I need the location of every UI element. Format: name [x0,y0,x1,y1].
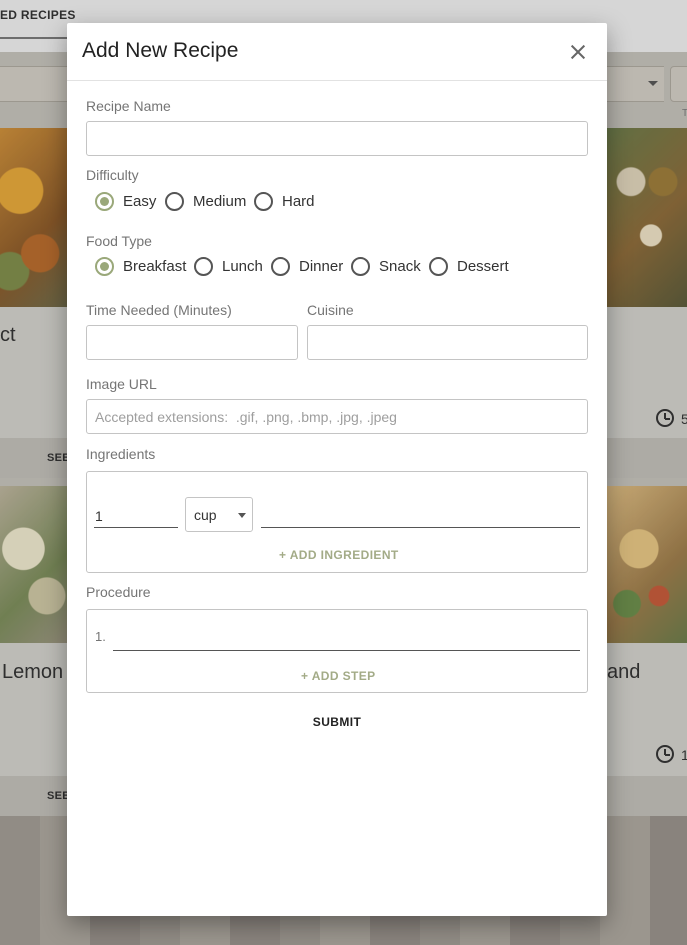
ingredient-name-input[interactable] [261,504,580,528]
add-recipe-dialog: Add New Recipe Recipe Name Difficulty Ea… [67,23,607,916]
radio-unchecked-icon [271,257,290,276]
radio-unchecked-icon [429,257,448,276]
step-text-input[interactable] [113,627,580,651]
radio-unchecked-icon [165,192,184,211]
add-ingredient-button[interactable]: + ADD INGREDIENT [279,548,399,562]
radio-label: Easy [123,193,157,210]
image-url-input[interactable] [86,399,588,434]
time-needed-input[interactable] [86,325,298,360]
cuisine-label: Cuisine [307,302,354,318]
add-step-button[interactable]: + ADD STEP [301,669,376,683]
food-type-label: Food Type [86,233,152,249]
radio-label: Snack [379,258,421,275]
ingredient-quantity-input[interactable] [94,504,178,528]
ingredients-label: Ingredients [86,446,156,462]
ingredient-unit-select[interactable]: cup [185,497,253,532]
radio-label: Lunch [222,258,263,275]
unit-select-value: cup [194,507,217,523]
radio-checked-icon [95,257,114,276]
radio-label: Dinner [299,258,344,275]
step-number: 1. [95,629,106,644]
radio-label: Breakfast [123,258,187,275]
radio-label: Medium [193,193,247,210]
recipe-name-label: Recipe Name [86,98,171,114]
recipe-name-input[interactable] [86,121,588,156]
difficulty-label: Difficulty [86,167,139,183]
cuisine-input[interactable] [307,325,588,360]
radio-unchecked-icon [351,257,370,276]
procedure-label: Procedure [86,584,151,600]
dialog-header: Add New Recipe [67,23,607,81]
radio-unchecked-icon [194,257,213,276]
radio-unchecked-icon [254,192,273,211]
close-icon[interactable] [567,41,589,63]
submit-button[interactable]: SUBMIT [295,709,379,735]
radio-checked-icon [95,192,114,211]
chevron-down-icon [238,513,246,518]
image-url-label: Image URL [86,376,157,392]
radio-label: Hard [282,193,315,210]
dialog-title: Add New Recipe [82,39,239,62]
time-needed-label: Time Needed (Minutes) [86,302,232,318]
procedure-box: 1. + ADD STEP [86,609,588,693]
radio-label: Dessert [457,258,509,275]
ingredients-box: cup + ADD INGREDIENT [86,471,588,573]
